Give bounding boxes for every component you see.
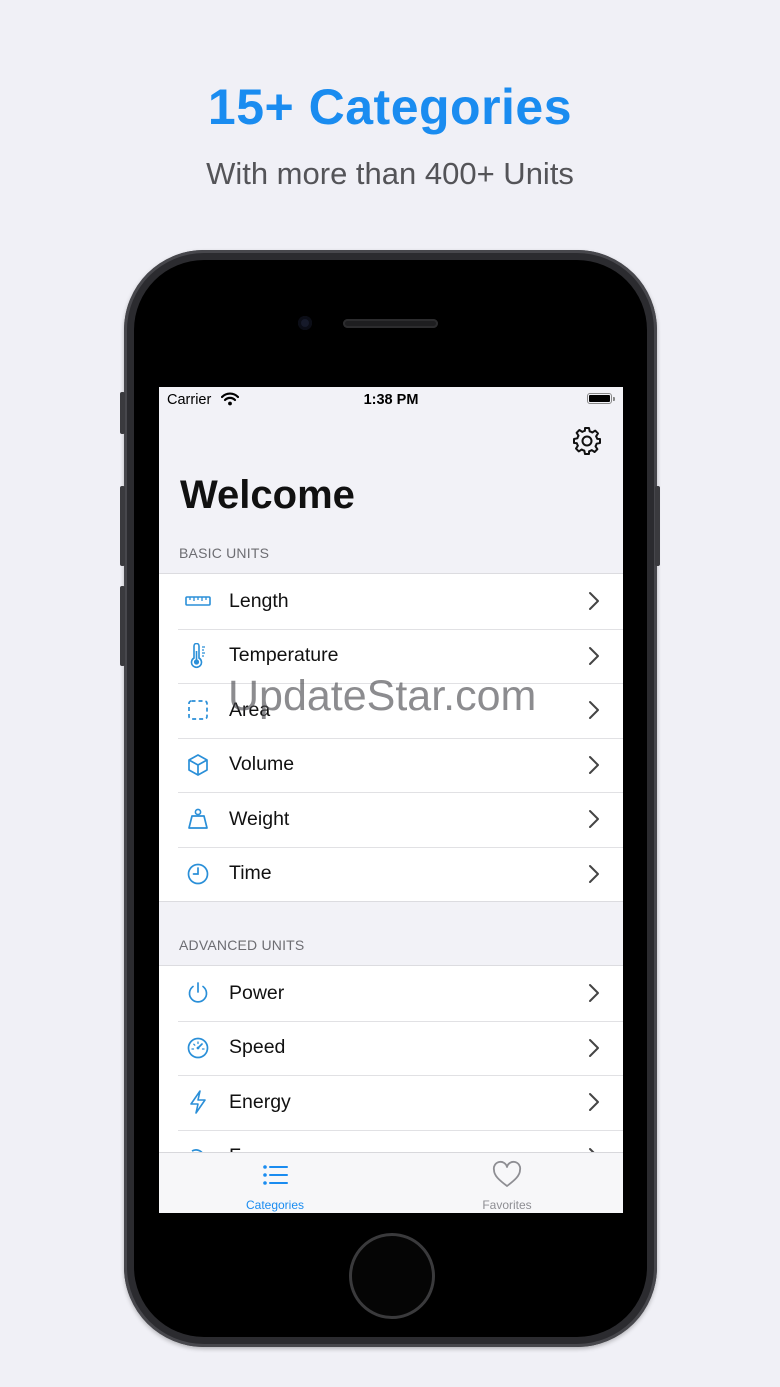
status-bar: Carrier 1:38 PM — [159, 387, 623, 413]
earpiece-speaker — [343, 319, 438, 328]
list-item-weight[interactable]: Weight — [159, 792, 623, 847]
clock-icon — [185, 861, 211, 887]
home-button[interactable] — [349, 1233, 435, 1319]
gear-icon[interactable] — [571, 425, 603, 457]
chevron-right-icon — [589, 701, 599, 720]
dashed-square-icon — [185, 697, 211, 723]
chevron-right-icon — [589, 1038, 599, 1057]
chevron-right-icon — [589, 864, 599, 883]
speedometer-icon — [185, 1035, 211, 1061]
chevron-right-icon — [589, 592, 599, 611]
heart-icon — [492, 1160, 522, 1187]
tab-bar: Categories Favorites — [159, 1152, 623, 1213]
list-item-label: Temperature — [229, 644, 339, 667]
list-item-label: Length — [229, 589, 289, 612]
tab-favorites[interactable]: Favorites — [391, 1153, 623, 1213]
power-button — [655, 486, 660, 566]
list-item-volume[interactable]: Volume — [159, 737, 623, 793]
list-item-label: Speed — [229, 1036, 286, 1059]
list-item-label: Volume — [229, 753, 295, 776]
list-item-label: Weight — [229, 807, 290, 830]
list-item-label: Time — [229, 862, 272, 885]
status-time: 1:38 PM — [363, 392, 419, 408]
list-item-time[interactable]: Time — [159, 846, 623, 902]
list-item-energy[interactable]: Energy — [159, 1075, 623, 1130]
list-item-speed[interactable]: Speed — [159, 1020, 623, 1076]
page-title: Welcome — [180, 473, 355, 517]
tab-label: Categories — [245, 1198, 305, 1212]
volume-up-button — [120, 486, 125, 566]
chevron-right-icon — [589, 1093, 599, 1112]
front-camera — [298, 316, 312, 330]
section-header-basic: BASIC UNITS — [179, 545, 270, 561]
ruler-icon — [185, 588, 211, 614]
chevron-right-icon — [589, 810, 599, 829]
battery-icon — [587, 393, 615, 404]
thermometer-icon — [185, 642, 211, 669]
volume-down-button — [120, 586, 125, 666]
app-screen: Carrier 1:38 PM Welcome BASIC UNITS Leng… — [159, 387, 623, 1213]
tab-categories[interactable]: Categories — [159, 1153, 391, 1213]
list-item-power[interactable]: Power — [159, 966, 623, 1021]
list-item-length[interactable]: Length — [159, 574, 623, 629]
list-item-label: Energy — [229, 1090, 291, 1113]
promo-headline: 15+ Categories — [207, 79, 573, 135]
tab-label: Favorites — [482, 1198, 532, 1212]
chevron-right-icon — [589, 755, 599, 774]
watermark-text: UpdateStar.com — [228, 672, 537, 720]
list-icon — [263, 1165, 288, 1185]
scale-weight-icon — [185, 806, 211, 832]
chevron-right-icon — [589, 646, 599, 665]
power-icon — [185, 980, 211, 1006]
bolt-icon — [185, 1089, 211, 1115]
list-item-label: Power — [229, 981, 285, 1004]
section-header-advanced: ADVANCED UNITS — [179, 937, 305, 953]
promo-subline: With more than 400+ Units — [206, 156, 574, 191]
chevron-right-icon — [589, 984, 599, 1003]
mute-switch — [120, 392, 125, 434]
cube-icon — [185, 752, 211, 778]
basic-units-list: Length Temperature Area Volume Weight Ti… — [159, 573, 623, 902]
